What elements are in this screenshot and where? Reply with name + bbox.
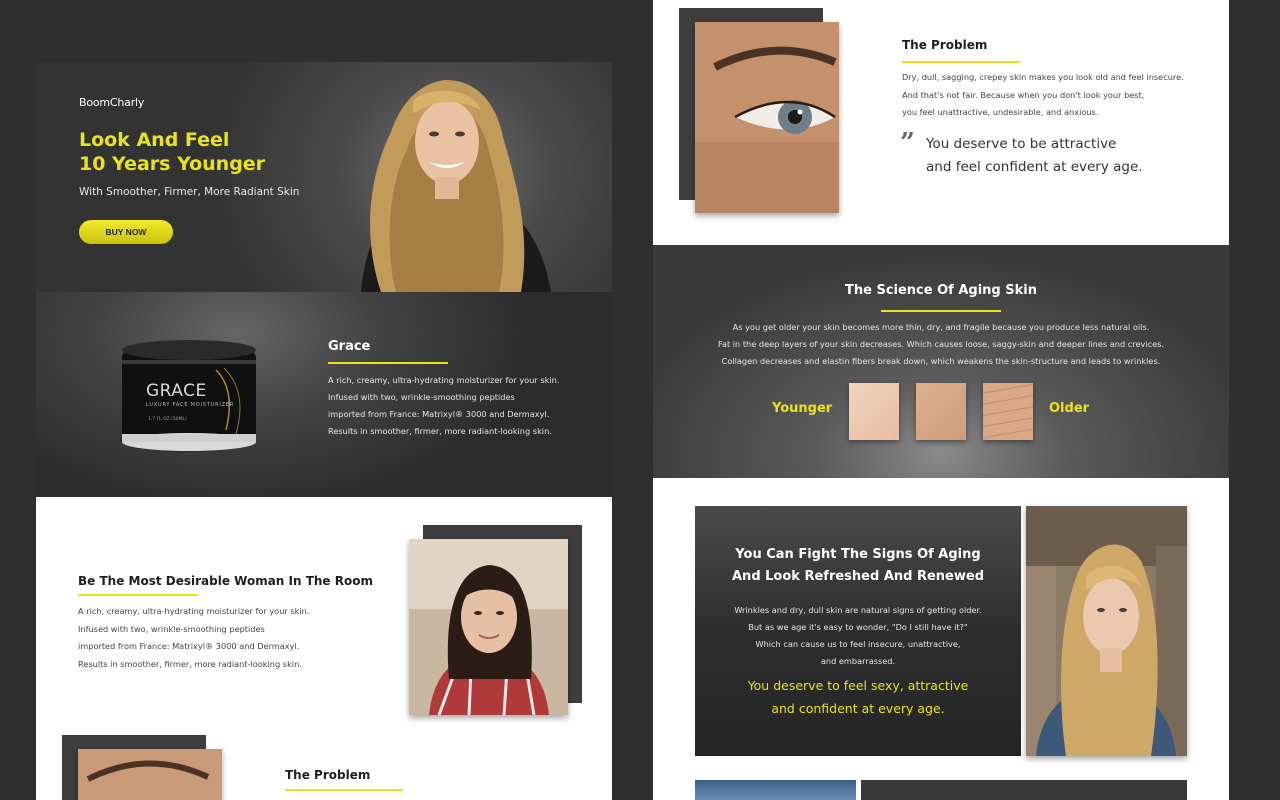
hero-title-line1: Look And Feel	[79, 129, 230, 151]
science-desc-line: Collagen decreases and elastin fibers br…	[721, 356, 1161, 366]
landing-page-preview-right: The Problem Dry, dull, sagging, crepey s…	[653, 0, 1229, 800]
product-desc-line: A rich, creamy, ultra-hydrating moisturi…	[328, 375, 560, 385]
problem-quote: You deserve to be attractive and feel co…	[926, 133, 1143, 179]
eye-closeup-photo	[78, 749, 222, 800]
jar-size-label: 1.7 FL OZ (50ML)	[148, 417, 187, 422]
brunette-woman-photo	[409, 539, 568, 715]
hero-title: Look And Feel 10 Years Younger	[79, 128, 329, 176]
fight-description: Wrinkles and dry, dull skin are natural …	[695, 602, 1021, 670]
fight-highlight-line: You deserve to feel sexy, attractive	[747, 678, 969, 693]
jar-brand-label: GRACE	[146, 381, 207, 401]
jar-caption-label: LUXURY FACE MOISTURIZER	[146, 402, 235, 408]
skin-sample-young	[849, 383, 899, 440]
hero-subtitle: With Smoother, Firmer, More Radiant Skin	[79, 186, 300, 198]
quote-icon: ”	[900, 128, 915, 158]
fight-desc-line: But as we age it's easy to wonder, "Do I…	[748, 622, 968, 632]
hero-title-line2: 10 Years Younger	[79, 153, 266, 175]
quote-line: and feel confident at every age.	[926, 159, 1143, 175]
science-desc-line: Fat in the deep layers of your skin decr…	[717, 339, 1165, 349]
problem-desc-line: Dry, dull, sagging, crepey skin makes yo…	[902, 72, 1184, 82]
fight-desc-line: Which can cause us to feel insecure, una…	[755, 639, 961, 649]
desirable-desc-line: A rich, creamy, ultra-hydrating moisturi…	[78, 606, 310, 616]
product-title-underline	[328, 362, 448, 364]
problem-desc-line: you feel unattractive, undesirable, and …	[902, 107, 1099, 117]
next-section-card	[861, 780, 1187, 800]
problem-title-underline-left	[285, 789, 403, 791]
brand-logo[interactable]: BoomCharly	[79, 96, 144, 109]
science-description: As you get older your skin becomes more …	[653, 319, 1229, 370]
product-desc-line: Results in smoother, firmer, more radian…	[328, 426, 552, 436]
science-title: The Science Of Aging Skin	[845, 283, 1037, 298]
fight-aging-card: You Can Fight The Signs Of Aging And Loo…	[695, 506, 1021, 756]
product-title: Grace	[328, 339, 371, 354]
fight-highlight: You deserve to feel sexy, attractive and…	[695, 674, 1021, 720]
fight-title-line: You Can Fight The Signs Of Aging	[735, 547, 981, 562]
problem-title-left: The Problem	[285, 768, 371, 782]
younger-label: Younger	[772, 401, 833, 416]
fight-title: You Can Fight The Signs Of Aging And Loo…	[695, 544, 1021, 588]
quote-line: You deserve to be attractive	[926, 136, 1117, 152]
science-desc-line: As you get older your skin becomes more …	[732, 322, 1150, 332]
product-description: A rich, creamy, ultra-hydrating moisturi…	[328, 372, 559, 440]
next-section-photo	[695, 780, 856, 800]
problem-title: The Problem	[902, 38, 988, 52]
skin-sample-old	[983, 383, 1033, 440]
skin-sample-middle	[916, 383, 966, 440]
problem-desc-line: And that's not fair. Because when you do…	[902, 89, 1145, 100]
hero-section: BoomCharly Look And Feel 10 Years Younge…	[36, 62, 612, 292]
desirable-section: Be The Most Desirable Woman In The Room …	[36, 497, 612, 800]
desirable-title: Be The Most Desirable Woman In The Room	[78, 574, 373, 588]
desirable-desc-line: imported from France: Matrixyl® 3000 and…	[78, 641, 300, 651]
eye-closeup-photo	[695, 22, 839, 213]
product-desc-line: Infused with two, wrinkle-smoothing pept…	[328, 392, 515, 402]
problem-title-underline	[902, 61, 1020, 63]
science-title-underline	[881, 310, 1001, 312]
fight-highlight-line: and confident at every age.	[771, 701, 945, 716]
buy-now-button[interactable]: BUY NOW	[79, 220, 173, 244]
problem-description: Dry, dull, sagging, crepey skin makes yo…	[902, 69, 1184, 122]
desirable-title-underline	[78, 594, 198, 596]
fight-desc-line: and embarrassed.	[820, 656, 896, 666]
landing-page-preview-left: BoomCharly Look And Feel 10 Years Younge…	[36, 62, 612, 800]
hero-woman-photo	[361, 80, 551, 292]
older-label: Older	[1049, 401, 1090, 416]
product-desc-line: imported from France: Matrixyl® 3000 and…	[328, 409, 550, 419]
product-section: GRACE LUXURY FACE MOISTURIZER 1.7 FL OZ …	[36, 292, 612, 497]
desirable-desc-line: Results in smoother, firmer, more radian…	[78, 658, 302, 669]
science-section: The Science Of Aging Skin As you get old…	[653, 245, 1229, 478]
fight-title-line: And Look Refreshed And Renewed	[732, 569, 984, 584]
desirable-description: A rich, creamy, ultra-hydrating moisturi…	[78, 603, 309, 673]
desirable-desc-line: Infused with two, wrinkle-smoothing pept…	[78, 623, 265, 634]
fight-desc-line: Wrinkles and dry, dull skin are natural …	[734, 605, 982, 615]
blonde-woman-photo	[1026, 506, 1187, 756]
